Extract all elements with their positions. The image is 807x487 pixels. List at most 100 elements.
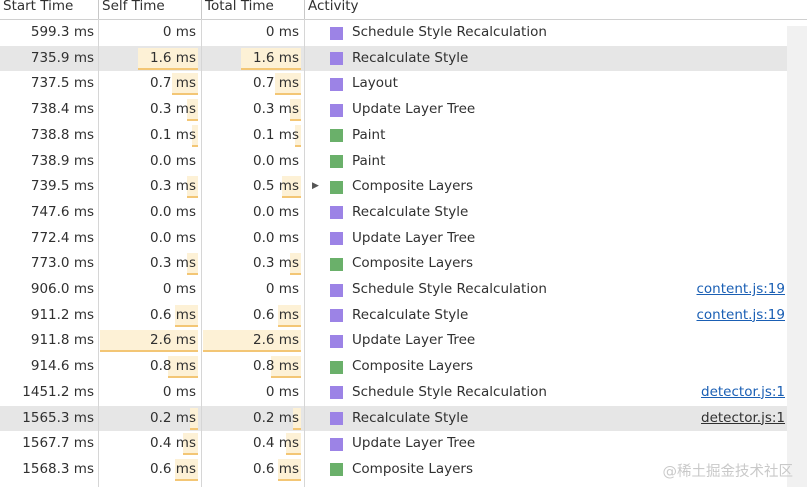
self-time-cell: 0.3 ms (99, 174, 202, 200)
total-time-value: 2.6 ms (253, 332, 299, 349)
start-time-cell: 906.0 ms (30, 281, 94, 297)
activity-label: Recalculate Style (352, 49, 469, 66)
total-time-value: 0.8 ms (253, 358, 299, 375)
self-time-value: 0.3 ms (150, 255, 196, 272)
column-header-total-time[interactable]: Total Time (202, 0, 305, 19)
rendering-category-icon (330, 26, 343, 40)
activity-label: Recalculate Style (352, 409, 469, 426)
activity-label: Recalculate Style (352, 203, 469, 220)
total-time-cell: 0 ms (202, 380, 305, 406)
activity-label: Update Layer Tree (352, 435, 476, 452)
start-time-cell: 911.8 ms (30, 332, 94, 349)
self-time-cell: 1.6 ms (99, 46, 202, 72)
start-time-cell: 1568.3 ms (22, 460, 94, 477)
table-row[interactable]: 599.3 ms 0 ms 0 ms Schedule Style Recalcula… (0, 20, 807, 46)
activity-label: Update Layer Tree (352, 229, 476, 246)
total-time-value: 0.2 ms (253, 409, 299, 426)
table-row[interactable]: 1451.2 ms 0 ms 0 ms Schedule Style Recalcul… (0, 380, 807, 406)
table-row[interactable]: 772.4 ms 0.0 ms 0.0 ms Update Layer Tree (0, 226, 807, 252)
table-row[interactable]: 737.5 ms 0.7 ms 0.7 ms Layout (0, 71, 807, 97)
self-time-cell: 0 ms (99, 277, 202, 303)
expand-triangle-icon[interactable]: ▶ (312, 174, 319, 200)
source-link[interactable]: detector.js:1 (701, 406, 785, 432)
self-time-value: 0.1 ms (150, 126, 196, 143)
table-row[interactable]: 906.0 ms 0 ms 0 ms Schedule Style Recalcula… (0, 277, 807, 303)
rendering-category-icon (330, 386, 343, 400)
table-row[interactable]: 738.8 ms 0.1 ms 0.1 ms Paint (0, 123, 807, 149)
start-time-cell: 735.9 ms (30, 49, 94, 66)
table-row[interactable]: 738.4 ms 0.3 ms 0.3 ms Update Layer Tree (0, 97, 807, 123)
rendering-category-icon (330, 283, 343, 297)
start-time-cell: 1451.2 ms (22, 383, 94, 400)
table-row[interactable]: 1567.7 ms 0.4 ms 0.4 ms Update Layer Tree (0, 431, 807, 457)
start-time-cell: 914.6 ms (30, 358, 94, 375)
source-link[interactable]: content.js:19 (697, 277, 786, 303)
table-row[interactable]: 773.0 ms 0.3 ms 0.3 ms Composite Layers (0, 251, 807, 277)
column-divider (304, 19, 305, 487)
total-time-value: 0.3 ms (253, 101, 299, 118)
table-row[interactable]: 747.6 ms 0.0 ms 0.0 ms Recalculate Style (0, 200, 807, 226)
source-link[interactable]: detector.js:1 (701, 380, 785, 406)
self-time-cell: 0 ms (99, 20, 202, 46)
source-link[interactable]: content.js:19 (697, 303, 786, 329)
total-time-cell: 0.6 ms (202, 303, 305, 329)
start-time-cell: 599.3 ms (30, 24, 94, 40)
table-row[interactable]: 735.9 ms 1.6 ms 1.6 ms Recalculate Style (0, 45, 807, 72)
rendering-category-icon (330, 103, 343, 117)
table-row[interactable]: 911.2 ms 0.6 ms 0.6 ms Recalculate Style con… (0, 303, 807, 329)
self-time-cell: 0.0 ms (99, 200, 202, 226)
rendering-category-icon (330, 52, 343, 66)
vertical-scrollbar[interactable] (787, 26, 807, 487)
rendering-category-icon (330, 232, 343, 246)
start-time-cell: 737.5 ms (30, 75, 94, 92)
activity-label: Recalculate Style (352, 306, 469, 323)
self-time-cell: 0.6 ms (99, 303, 202, 329)
total-time-cell: 0.5 ms (202, 174, 305, 200)
total-time-value: 0.0 ms (253, 229, 299, 246)
self-time-cell: 0.0 ms (99, 149, 202, 175)
total-time-value: 0.1 ms (253, 126, 299, 143)
column-header-self-time[interactable]: Self Time (99, 0, 202, 19)
column-header-start-time[interactable]: Start Time (0, 0, 99, 19)
total-time-cell: 0.3 ms (202, 251, 305, 277)
self-time-cell: 0.8 ms (99, 354, 202, 380)
activity-label: Schedule Style Recalculation (352, 281, 547, 297)
start-time-cell: 773.0 ms (30, 255, 94, 272)
activity-label: Schedule Style Recalculation (352, 24, 547, 40)
watermark: @稀土掘金技术社区 (662, 464, 794, 480)
table-row[interactable]: 1565.3 ms 0.2 ms 0.2 ms Recalculate Style de… (0, 405, 807, 432)
total-time-value: 0.3 ms (253, 255, 299, 272)
activity-label: Paint (352, 152, 386, 169)
start-time-cell: 738.9 ms (30, 152, 94, 169)
self-time-value: 0.8 ms (150, 358, 196, 375)
total-time-value: 0.6 ms (253, 460, 299, 477)
table-row[interactable]: 738.9 ms 0.0 ms 0.0 ms Paint (0, 149, 807, 175)
table-row[interactable]: 914.6 ms 0.8 ms 0.8 ms Composite Layers (0, 354, 807, 380)
total-time-cell: 2.6 ms (202, 328, 305, 354)
painting-category-icon (330, 257, 343, 271)
total-time-cell: 0.0 ms (202, 200, 305, 226)
start-time-cell: 1567.7 ms (22, 435, 94, 452)
self-time-value: 0.6 ms (150, 306, 196, 323)
table-row[interactable]: 739.5 ms 0.3 ms 0.5 ms ▶ Composite Layers (0, 174, 807, 200)
total-time-value: 0 ms (265, 281, 299, 297)
total-time-cell: 0.6 ms (202, 457, 305, 483)
rendering-category-icon (330, 206, 343, 220)
self-time-value: 1.6 ms (150, 49, 196, 66)
column-divider (201, 19, 202, 487)
table-row[interactable]: 911.8 ms 2.6 ms 2.6 ms Update Layer Tree (0, 328, 807, 354)
total-time-cell: 0.3 ms (202, 97, 305, 123)
rendering-category-icon (330, 437, 343, 451)
self-time-value: 2.6 ms (150, 332, 196, 349)
self-time-cell: 0.3 ms (99, 97, 202, 123)
self-time-value: 0.0 ms (150, 152, 196, 169)
self-time-cell: 0.6 ms (99, 457, 202, 483)
self-time-value: 0 ms (162, 281, 196, 297)
column-header-activity[interactable]: Activity (305, 0, 807, 19)
self-time-cell: 0.2 ms (99, 406, 202, 432)
start-time-cell: 772.4 ms (30, 229, 94, 246)
self-time-value: 0.3 ms (150, 178, 196, 195)
total-time-cell: 0.1 ms (202, 123, 305, 149)
total-time-value: 0 ms (265, 24, 299, 40)
start-time-cell: 1565.3 ms (22, 409, 94, 426)
